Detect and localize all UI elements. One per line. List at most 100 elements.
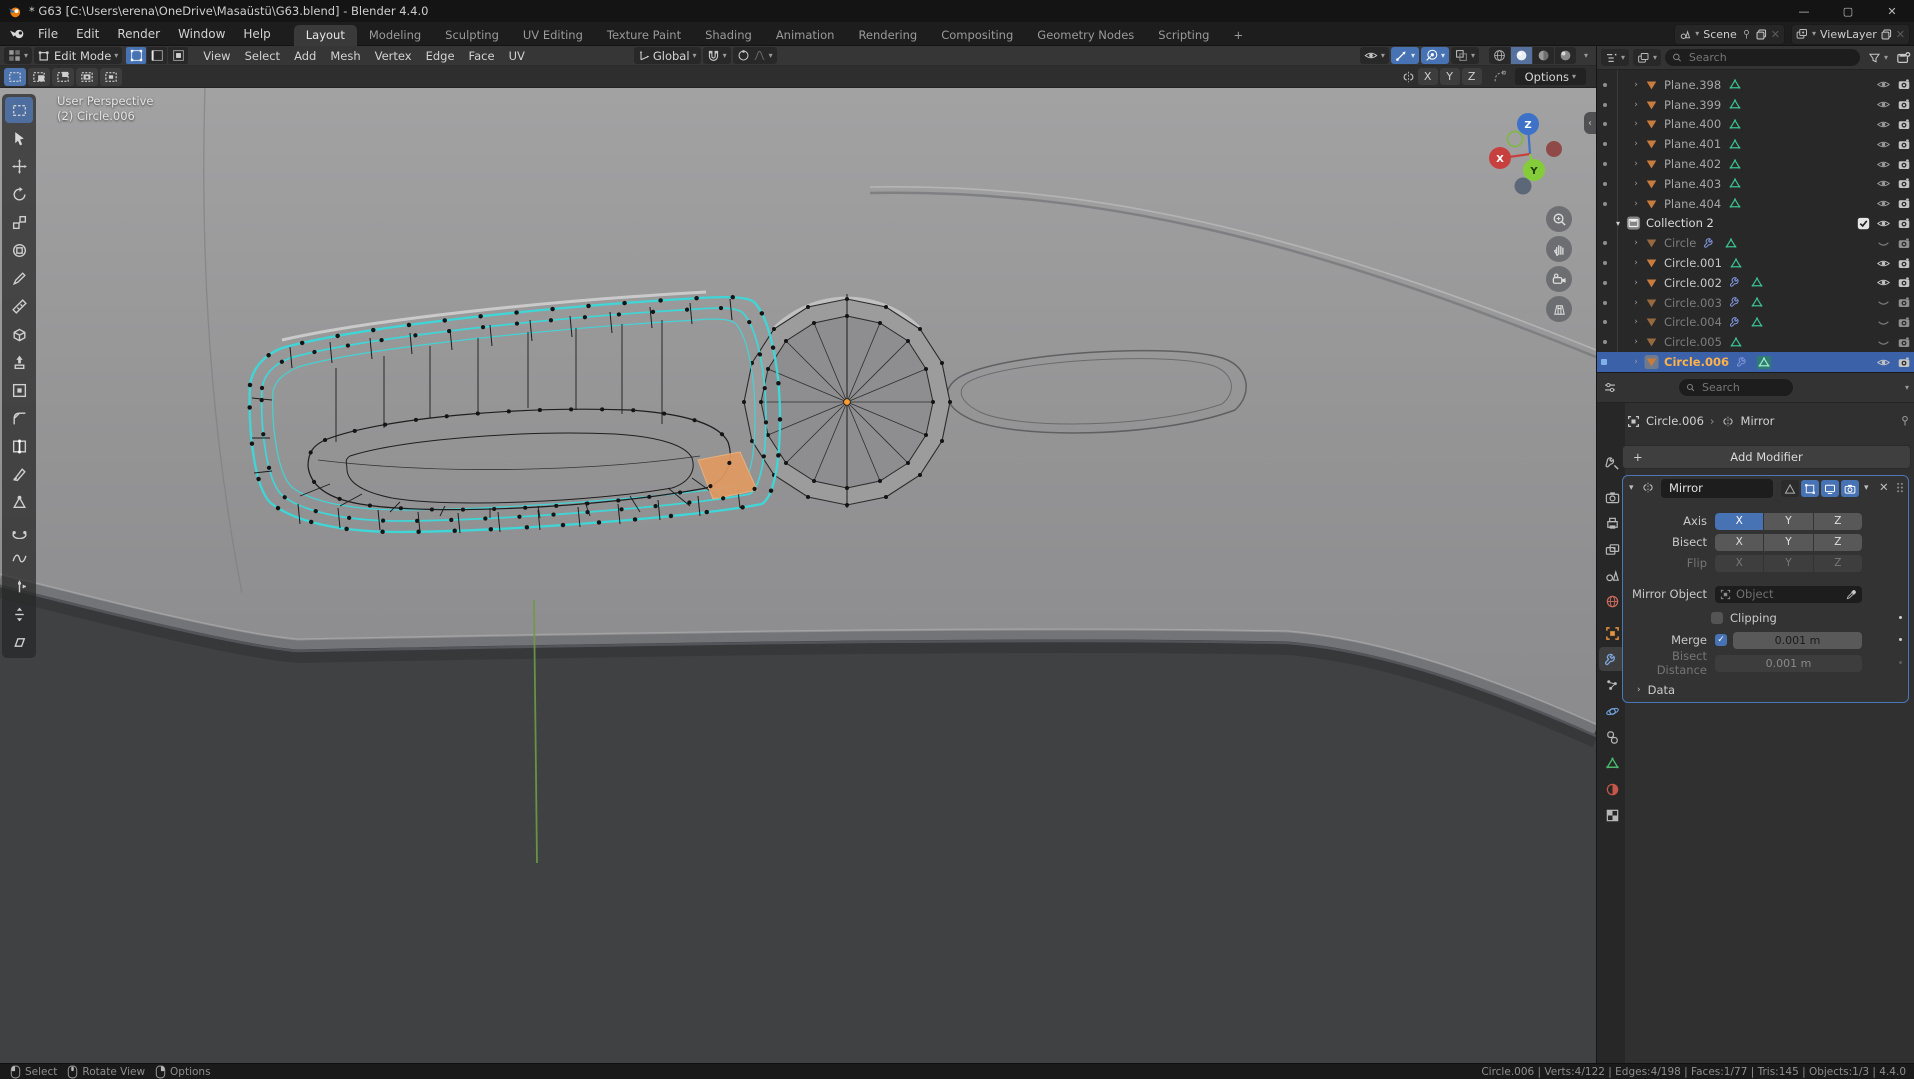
properties-tab-material[interactable] <box>1599 777 1625 801</box>
tool-knife[interactable] <box>5 461 33 487</box>
disable-render-toggle[interactable] <box>1897 197 1911 210</box>
disclosure-chevron[interactable]: › <box>1631 139 1641 149</box>
menu-help[interactable]: Help <box>234 22 279 46</box>
shading-solid-button[interactable] <box>1510 47 1532 64</box>
disable-render-toggle[interactable] <box>1897 98 1911 111</box>
hide-eye-toggle[interactable] <box>1876 217 1891 230</box>
select-mode-intersect-button[interactable] <box>100 67 122 86</box>
workspace-tab-uv-editing[interactable]: UV Editing <box>511 25 595 46</box>
shading-rendered-button[interactable] <box>1554 47 1576 64</box>
hide-eye-toggle[interactable] <box>1876 257 1891 270</box>
hide-eye-toggle[interactable] <box>1876 158 1891 171</box>
properties-tab-constraints[interactable] <box>1599 725 1625 749</box>
disclosure-chevron[interactable]: › <box>1631 179 1641 189</box>
remove-layer-icon[interactable]: ✕ <box>1896 28 1905 41</box>
workspace-tab-rendering[interactable]: Rendering <box>846 25 929 46</box>
hide-eye-toggle[interactable] <box>1876 138 1891 151</box>
disclosure-chevron[interactable]: › <box>1631 238 1641 248</box>
workspace-tab-animation[interactable]: Animation <box>764 25 847 46</box>
tool-shear[interactable] <box>5 629 33 655</box>
panel-expand-chevron[interactable]: ▾ <box>1629 483 1634 493</box>
merge-threshold-field[interactable]: 0.001 m <box>1733 631 1862 649</box>
transform-orientation-dropdown[interactable]: Global ▾ <box>633 47 701 64</box>
snap-dropdown[interactable]: ▾ <box>702 47 731 64</box>
workspace-tab-sculpting[interactable]: Sculpting <box>433 25 511 46</box>
minimize-button[interactable]: — <box>1782 0 1826 22</box>
outliner-item-circle-003[interactable]: › Circle.003 <box>1597 293 1914 313</box>
tool-smooth[interactable] <box>5 545 33 571</box>
animate-dot[interactable] <box>1899 638 1902 641</box>
hide-eye-toggle[interactable] <box>1876 276 1891 289</box>
shading-dropdown[interactable]: ▾ <box>1584 51 1588 60</box>
editor-type-button[interactable]: ▾ <box>4 47 33 64</box>
gizmo-axis-neg-x[interactable] <box>1546 141 1562 157</box>
scene-selector[interactable]: ▾ Scene ✕ <box>1674 23 1785 45</box>
menu-window[interactable]: Window <box>169 22 234 46</box>
disclosure-chevron[interactable]: › <box>1631 278 1641 288</box>
disable-render-toggle[interactable] <box>1897 138 1911 151</box>
viewport-menu-add[interactable]: Add <box>287 49 323 63</box>
select-mode-invert-button[interactable] <box>76 67 98 86</box>
gizmo-axis-neg-z[interactable] <box>1514 177 1532 195</box>
menu-file[interactable]: File <box>29 22 67 46</box>
add-modifier-button[interactable]: + Add Modifier <box>1622 445 1911 469</box>
axis-z-button[interactable]: Z <box>1813 512 1862 530</box>
outliner-item-plane-399[interactable]: › Plane.399 <box>1597 95 1914 115</box>
proportional-editing-dropdown[interactable]: ▾ <box>732 47 777 64</box>
sidebar-collapse-arrow[interactable]: ‹ <box>1584 112 1596 134</box>
shading-material-button[interactable] <box>1532 47 1554 64</box>
shading-wireframe-button[interactable] <box>1488 47 1510 64</box>
outliner-item-plane-402[interactable]: › Plane.402 <box>1597 154 1914 174</box>
tool-rotate[interactable] <box>5 181 33 207</box>
xray-toggle[interactable]: ▾ <box>1450 47 1479 64</box>
animate-dot[interactable] <box>1899 616 1902 619</box>
workspace-tab-texture-paint[interactable]: Texture Paint <box>595 25 693 46</box>
outliner-item-circle[interactable]: › Circle <box>1597 233 1914 253</box>
viewport-menu-vertex[interactable]: Vertex <box>368 49 419 63</box>
breadcrumb-object[interactable]: Circle.006 <box>1646 414 1704 428</box>
disclosure-chevron[interactable]: › <box>1631 298 1641 308</box>
blender-menu-logo-icon[interactable] <box>10 28 25 40</box>
disclosure-chevron[interactable]: › <box>1631 337 1641 347</box>
viewport-canvas-area[interactable]: User Perspective (2) Circle.006 ‹ Z X Y <box>0 88 1596 1066</box>
mirror-object-field[interactable]: Object <box>1715 585 1862 603</box>
disclosure-chevron[interactable]: › <box>1631 258 1641 268</box>
hide-eye-toggle[interactable] <box>1876 118 1891 131</box>
properties-search-input[interactable] <box>1700 380 1786 395</box>
workspace-tab-geometry-nodes[interactable]: Geometry Nodes <box>1025 25 1146 46</box>
tool-extrude-region[interactable] <box>5 349 33 375</box>
disable-render-toggle[interactable] <box>1897 177 1911 190</box>
merge-checkbox[interactable]: ✓ <box>1715 634 1727 646</box>
collection-checkbox[interactable] <box>1857 217 1870 230</box>
viewport-menu-face[interactable]: Face <box>462 49 502 63</box>
disable-render-toggle[interactable] <box>1897 356 1911 369</box>
camera-view-button[interactable] <box>1546 266 1572 292</box>
outliner-item-collection-2[interactable]: ▾ Collection 2 <box>1597 214 1914 234</box>
view-layer-selector[interactable]: ▾ ViewLayer ✕ <box>1790 23 1910 45</box>
disable-render-toggle[interactable] <box>1897 118 1911 131</box>
mirror-x-button[interactable]: X <box>1417 68 1438 85</box>
disclosure-chevron[interactable]: › <box>1631 119 1641 129</box>
tool-measure[interactable] <box>5 293 33 319</box>
disable-render-toggle[interactable] <box>1897 158 1911 171</box>
zoom-button[interactable] <box>1546 206 1572 232</box>
tool-add-cube[interactable] <box>5 321 33 347</box>
properties-tab-object-data[interactable] <box>1599 751 1625 775</box>
workspace-tab-scripting[interactable]: Scripting <box>1146 25 1221 46</box>
data-subpanel-header[interactable]: › Data <box>1637 681 1914 699</box>
tool-scale[interactable] <box>5 209 33 235</box>
disable-render-toggle[interactable] <box>1897 78 1911 91</box>
properties-options-dropdown[interactable]: ▾ <box>1905 383 1909 392</box>
modifier-extras-dropdown[interactable]: ▾ <box>1864 483 1869 493</box>
show-gizmo-dropdown[interactable]: ▾ <box>1359 47 1389 64</box>
viewport-menu-view[interactable]: View <box>196 49 237 63</box>
disable-render-toggle[interactable] <box>1897 217 1911 230</box>
tool-spin[interactable] <box>5 517 33 543</box>
bisect-distance-field[interactable]: 0.001 m <box>1715 654 1862 672</box>
tool-edge-slide[interactable] <box>5 573 33 599</box>
hide-eye-toggle[interactable] <box>1876 316 1891 329</box>
disclosure-chevron[interactable]: › <box>1631 357 1641 367</box>
toggle-perspective-button[interactable] <box>1546 296 1572 322</box>
mode-dropdown[interactable]: Edit Mode ▾ <box>34 47 123 64</box>
viewport-menu-edge[interactable]: Edge <box>419 49 462 63</box>
